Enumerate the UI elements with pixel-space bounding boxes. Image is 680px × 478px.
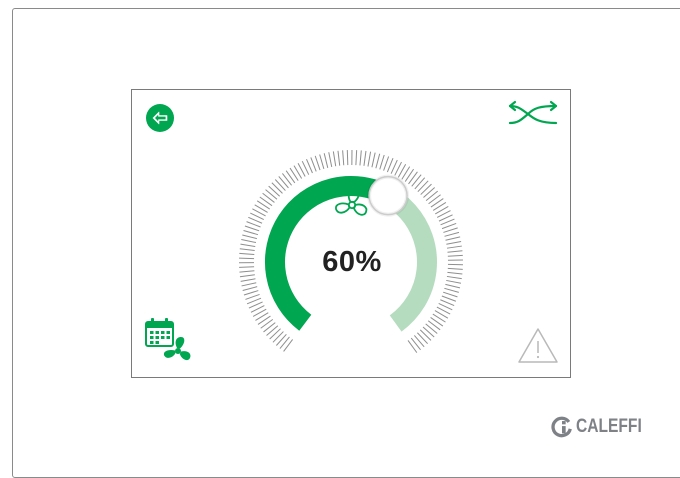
dial-tick — [329, 152, 332, 167]
dial-tick — [311, 157, 316, 171]
dial-tick — [429, 195, 441, 204]
dial-tick — [387, 158, 393, 172]
dial-tick — [280, 337, 290, 349]
dial-tick — [421, 184, 432, 194]
dial-tick — [428, 321, 440, 330]
dial-tick — [261, 319, 273, 328]
dial-tick — [263, 193, 275, 202]
alarm-button[interactable] — [516, 326, 560, 366]
dial-tick — [276, 334, 286, 345]
dial-tick — [426, 191, 438, 200]
mode-switch-button[interactable] — [508, 99, 560, 127]
dial-tick — [347, 150, 348, 165]
dial-tick — [423, 327, 434, 337]
controller-screen: 60% — [131, 89, 571, 378]
dial-tick — [420, 330, 431, 341]
brand-logo: CALEFFI — [551, 413, 656, 441]
dial-tick — [239, 267, 254, 268]
dial-tick — [240, 275, 255, 277]
dial-tick — [242, 235, 257, 239]
dial-tick — [272, 183, 283, 194]
dial-tick — [376, 154, 380, 168]
back-arrow-icon — [145, 103, 175, 133]
dial-tick — [333, 151, 335, 166]
dial-tick — [279, 176, 289, 187]
dial-tick — [338, 151, 340, 166]
dial-tick — [241, 240, 256, 243]
dial-tick — [442, 296, 456, 301]
dial-tick — [423, 188, 434, 198]
fan-speed-value: 60% — [302, 246, 402, 279]
caleffi-logo-mark-icon — [551, 416, 573, 438]
fan-speed-dial[interactable] — [132, 90, 572, 379]
dial-tick — [446, 280, 461, 283]
dial-tick — [260, 197, 272, 206]
dial-tick — [443, 292, 457, 297]
dial-tick — [411, 338, 420, 350]
dial-tick — [442, 223, 456, 228]
dial-tick — [343, 150, 344, 165]
dial-tick — [445, 232, 459, 236]
dial-tick — [418, 181, 428, 192]
dial-tick — [242, 283, 257, 286]
dial-tick — [270, 329, 281, 339]
dial-tick — [444, 288, 458, 292]
dial-tick — [282, 173, 291, 185]
dial-tick — [247, 222, 261, 227]
dial-tick — [448, 251, 463, 253]
dial-tick — [245, 294, 259, 299]
dial-tick — [286, 171, 295, 183]
brand-name: CALEFFI — [576, 416, 642, 438]
dial-tick — [269, 186, 280, 196]
dial-tick — [264, 323, 276, 332]
dial-tick — [409, 172, 418, 184]
schedule-button[interactable] — [144, 316, 196, 366]
dial-tick — [243, 287, 258, 291]
dial-tick — [372, 153, 375, 168]
crossover-arrows-icon — [508, 99, 560, 127]
dial-tick — [445, 284, 460, 287]
back-button[interactable] — [145, 103, 175, 133]
dial-tick — [384, 157, 389, 171]
dial-tick — [448, 268, 463, 269]
dial-tick — [414, 335, 424, 346]
dial-tick — [239, 271, 254, 272]
dial-tick — [447, 272, 462, 274]
dial-tick — [446, 237, 461, 240]
dial-tick — [447, 276, 462, 278]
dial-tick — [320, 154, 324, 168]
calendar-fan-icon — [144, 316, 196, 366]
dial-tick — [240, 249, 255, 251]
dial-tick — [273, 332, 283, 343]
dial-tick — [239, 253, 254, 254]
dial-tick — [356, 150, 357, 165]
dial-tick — [364, 151, 366, 166]
warning-triangle-icon — [516, 326, 560, 366]
dial-tick — [448, 255, 463, 256]
dial-tick — [275, 179, 285, 190]
dial-tick — [241, 279, 256, 282]
dial-tick — [247, 298, 261, 304]
dial-tick — [380, 155, 384, 169]
dial-tick — [244, 291, 258, 295]
dial-tick — [443, 228, 457, 233]
dial-tick — [447, 246, 462, 248]
dial-tick — [266, 190, 277, 200]
dial-tick — [315, 156, 320, 170]
dial-tick — [324, 153, 328, 168]
dial-tick — [446, 241, 461, 244]
dial-tick — [245, 226, 259, 231]
dial-tick — [284, 339, 293, 351]
dial-tick — [244, 230, 258, 234]
dial-tick — [239, 258, 254, 259]
dial-tick — [417, 333, 427, 344]
dial-tick — [412, 175, 421, 187]
dial-tick — [360, 150, 361, 165]
dial-tick — [408, 340, 417, 352]
dial-tick — [426, 324, 438, 334]
dial-tick — [415, 178, 425, 189]
dial-tick — [267, 326, 278, 336]
dial-tick — [368, 152, 371, 167]
dial-tick — [240, 244, 255, 246]
